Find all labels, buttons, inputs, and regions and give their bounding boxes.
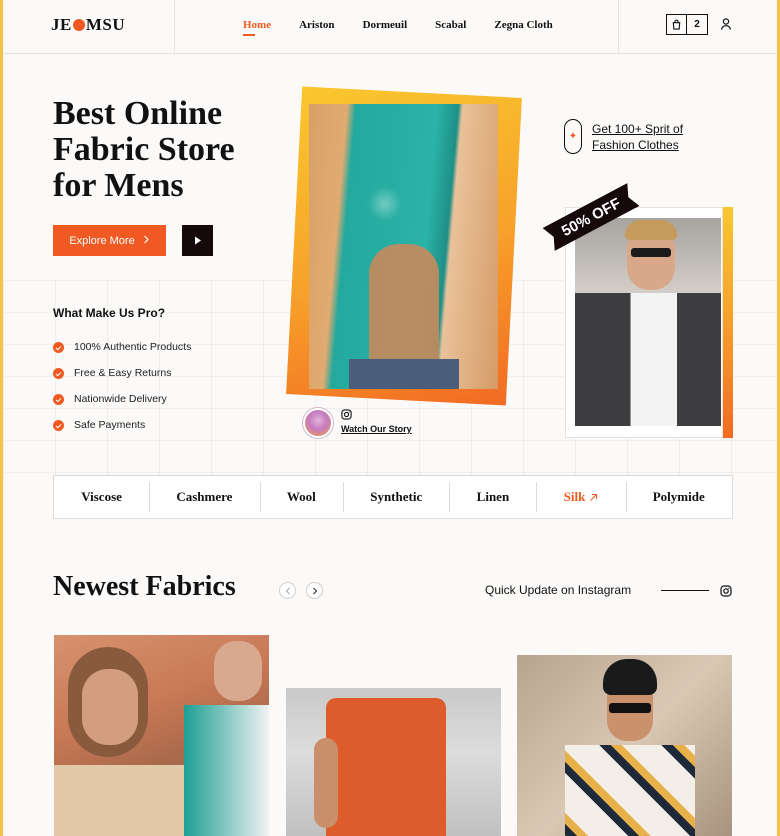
play-icon (194, 236, 201, 245)
fabric-silk[interactable]: Silk (536, 476, 625, 518)
nav-zegna-cloth[interactable]: Zegna Cloth (494, 19, 552, 31)
fabric-polymide[interactable]: Polymide (625, 476, 732, 518)
cart-button[interactable]: 2 (666, 14, 708, 35)
hero-title-line: for Mens (53, 167, 184, 204)
pro-list: 100% Authentic Products Free & Easy Retu… (53, 334, 191, 438)
explore-more-button[interactable]: Explore More (53, 225, 166, 256)
list-item: 100% Authentic Products (53, 334, 191, 360)
cart-count: 2 (687, 14, 708, 35)
list-item-label: Free & Easy Returns (74, 367, 172, 379)
fabric-linen[interactable]: Linen (449, 476, 536, 518)
section-title: Newest Fabrics (53, 571, 236, 602)
list-item: Nationwide Delivery (53, 386, 191, 412)
fabric-label: Polymide (652, 489, 705, 504)
logo-text-right: MSU (85, 15, 126, 34)
hero-image (309, 104, 498, 389)
avatar (303, 408, 333, 438)
chevron-left-icon (285, 587, 290, 594)
sprit-promo-line: Get 100+ Sprit of (592, 121, 684, 136)
sprit-promo[interactable]: ✦ Get 100+ Sprit of Fashion Clothes (564, 119, 683, 154)
product-image-detail (314, 738, 338, 828)
product-card[interactable] (517, 655, 732, 836)
product-image-detail (214, 641, 262, 701)
side-image-detail (631, 248, 671, 257)
nav-home[interactable]: Home (243, 19, 271, 36)
watch-story[interactable]: Watch Our Story (303, 408, 412, 438)
divider (661, 590, 709, 591)
carousel-next-button[interactable] (306, 582, 323, 599)
product-image-detail (184, 705, 269, 836)
sprit-promo-line: Fashion Clothes (592, 137, 679, 152)
product-card[interactable] (286, 688, 501, 836)
hero-title: Best Online Fabric Store for Mens (53, 96, 283, 204)
user-icon[interactable] (719, 17, 733, 36)
hero-image-detail (349, 359, 459, 389)
side-image (575, 218, 721, 426)
bag-icon (666, 14, 687, 35)
product-image-detail (565, 745, 695, 836)
side-image-detail (625, 220, 677, 240)
main-nav: Home Ariston Dormeuil Scabal Zegna Cloth (243, 19, 581, 36)
nav-ariston[interactable]: Ariston (299, 19, 334, 31)
product-image-detail (326, 698, 446, 836)
carousel-prev-button[interactable] (279, 582, 296, 599)
watch-story-link[interactable]: Watch Our Story (341, 424, 412, 434)
check-icon (53, 393, 64, 405)
list-item: Safe Payments (53, 412, 191, 438)
site-header: JE MSU Home Ariston Dormeuil Scabal Zegn… (3, 0, 777, 54)
sparkle-icon: ✦ (564, 119, 582, 154)
hero-title-line: Fabric Store (53, 131, 235, 168)
check-icon (53, 341, 64, 353)
page-frame: JE MSU Home Ariston Dormeuil Scabal Zegn… (0, 0, 780, 836)
fabric-label: Synthetic (370, 489, 423, 504)
pro-title: What Make Us Pro? (53, 306, 166, 320)
side-image-detail (575, 293, 721, 426)
hero-title-line: Best Online (53, 95, 223, 132)
fabric-categories: Viscose Cashmere Wool Synthetic Linen Si… (53, 475, 733, 519)
fabric-wool[interactable]: Wool (259, 476, 343, 518)
fabric-label: Linen (476, 489, 510, 504)
fabric-label: Viscose (81, 489, 122, 504)
product-image-detail (54, 765, 194, 836)
list-item: Free & Easy Returns (53, 360, 191, 386)
list-item-label: 100% Authentic Products (74, 341, 192, 353)
list-item-label: Safe Payments (74, 419, 146, 431)
fabric-cashmere[interactable]: Cashmere (149, 476, 260, 518)
list-item-label: Nationwide Delivery (74, 393, 167, 405)
chevron-right-icon (143, 235, 150, 247)
header-divider (618, 0, 619, 54)
check-icon (53, 367, 64, 379)
hero-image-detail (369, 244, 439, 374)
instagram-icon[interactable] (720, 584, 732, 602)
product-image-detail (82, 669, 138, 745)
fabric-synthetic[interactable]: Synthetic (343, 476, 449, 518)
logo-text-left: JE (51, 15, 72, 34)
logo[interactable]: JE MSU (51, 15, 125, 35)
product-card[interactable] (54, 635, 269, 836)
fabric-label: Cashmere (176, 489, 233, 504)
instagram-icon (341, 409, 352, 420)
nav-scabal[interactable]: Scabal (435, 19, 466, 31)
fabric-label: Wool (286, 489, 316, 504)
fabric-viscose[interactable]: Viscose (54, 476, 149, 518)
product-image-detail (603, 659, 657, 695)
fabric-label: Silk (563, 489, 586, 504)
play-button[interactable] (182, 225, 213, 256)
nav-dormeuil[interactable]: Dormeuil (363, 19, 408, 31)
logo-mark-icon (72, 19, 85, 31)
product-image-detail (609, 703, 651, 713)
chevron-right-icon (312, 587, 317, 594)
header-divider (174, 0, 175, 54)
instagram-update-text[interactable]: Quick Update on Instagram (485, 583, 631, 597)
check-icon (53, 419, 64, 431)
explore-more-label: Explore More (69, 234, 135, 247)
arrow-up-right-icon (590, 493, 598, 501)
